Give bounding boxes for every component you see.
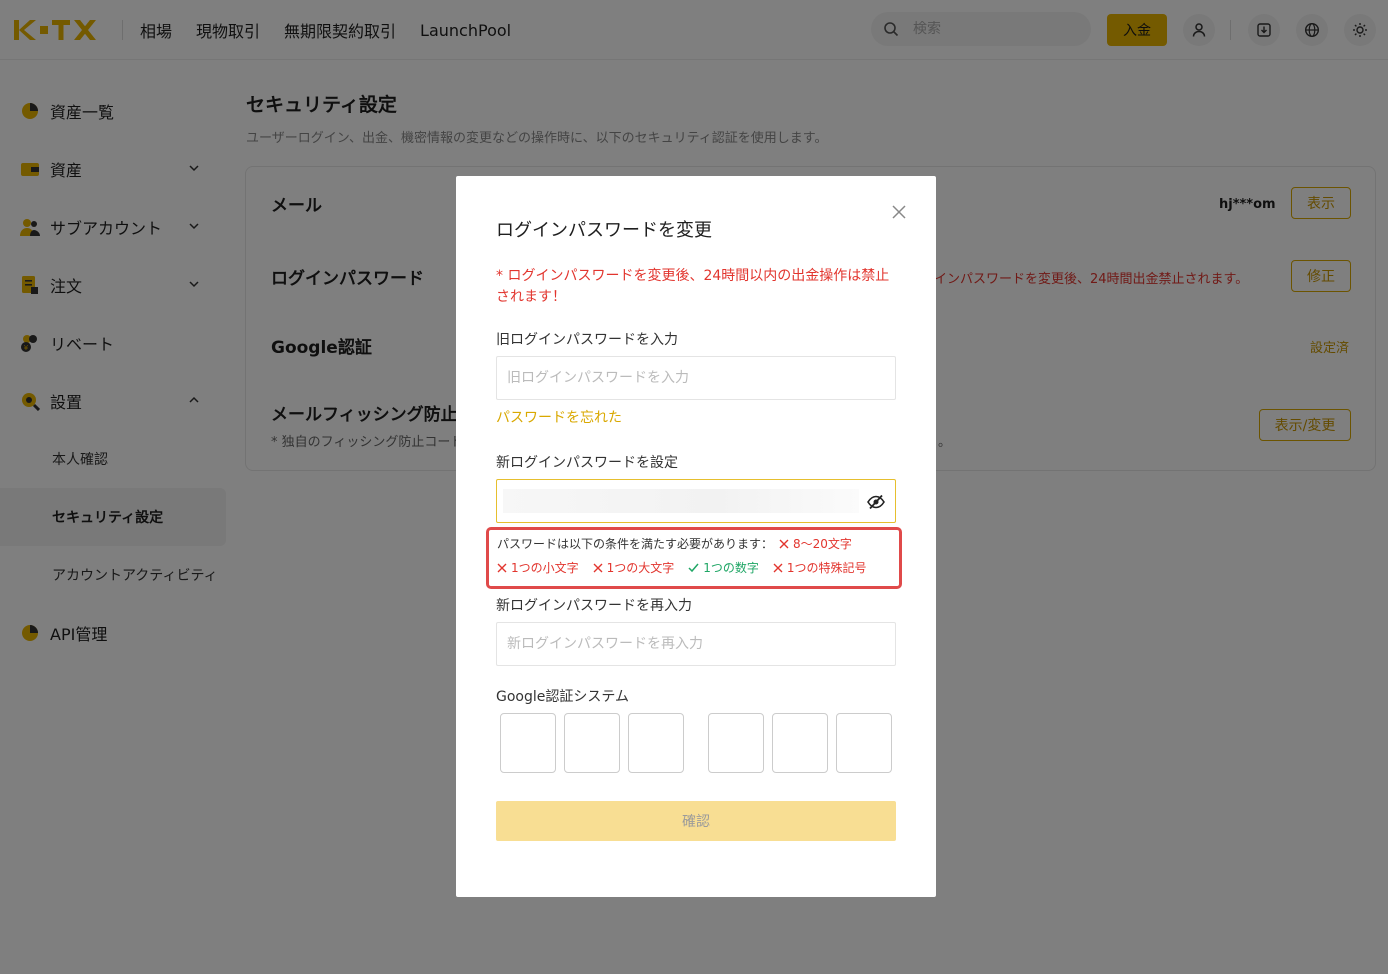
confirm-password-input[interactable] xyxy=(496,622,896,666)
check-icon xyxy=(688,563,699,572)
google-code-digit-4[interactable] xyxy=(708,713,764,773)
google-code-digit-6[interactable] xyxy=(836,713,892,773)
withdrawal-warning: * ログインパスワードを変更後、24時間以内の出金操作は禁止されます！ xyxy=(496,268,890,305)
requirement-special: 1つの特殊記号 xyxy=(773,559,867,576)
modal-title: ログインパスワードを変更 xyxy=(496,220,712,241)
cross-icon xyxy=(497,563,507,572)
requirements-intro: パスワードは以下の条件を満たす必要があります： xyxy=(497,537,774,551)
cross-icon xyxy=(779,539,789,548)
old-password-label: 旧ログインパスワードを入力 xyxy=(496,332,678,348)
requirement-uppercase: 1つの大文字 xyxy=(593,559,674,576)
eye-off-icon[interactable] xyxy=(867,493,885,511)
google-code-digit-2[interactable] xyxy=(564,713,620,773)
new-password-label: 新ログインパスワードを設定 xyxy=(496,455,678,471)
change-password-modal: ログインパスワードを変更 * ログインパスワードを変更後、24時間以内の出金操作… xyxy=(456,176,936,897)
new-password-input[interactable] xyxy=(496,479,896,523)
google-code-digit-5[interactable] xyxy=(772,713,828,773)
forgot-password-link[interactable]: パスワードを忘れた xyxy=(496,407,622,427)
google-code-digit-3[interactable] xyxy=(628,713,684,773)
cross-icon xyxy=(773,563,783,572)
cross-icon xyxy=(593,563,603,572)
confirm-button[interactable]: 確認 xyxy=(496,801,896,841)
google-auth-label: Google認証システム xyxy=(496,689,629,705)
close-icon[interactable] xyxy=(888,201,910,223)
confirm-password-label: 新ログインパスワードを再入力 xyxy=(496,598,692,614)
requirement-lowercase: 1つの小文字 xyxy=(497,559,579,576)
requirement-length: 8～20文字 xyxy=(779,535,852,552)
password-requirements: パスワードは以下の条件を満たす必要があります： 8～20文字 1つの小文字 1つ… xyxy=(486,527,902,589)
requirement-number: 1つの数字 xyxy=(688,559,759,576)
google-code-digit-1[interactable] xyxy=(500,713,556,773)
old-password-input[interactable] xyxy=(496,356,896,400)
new-password-value xyxy=(503,489,859,513)
